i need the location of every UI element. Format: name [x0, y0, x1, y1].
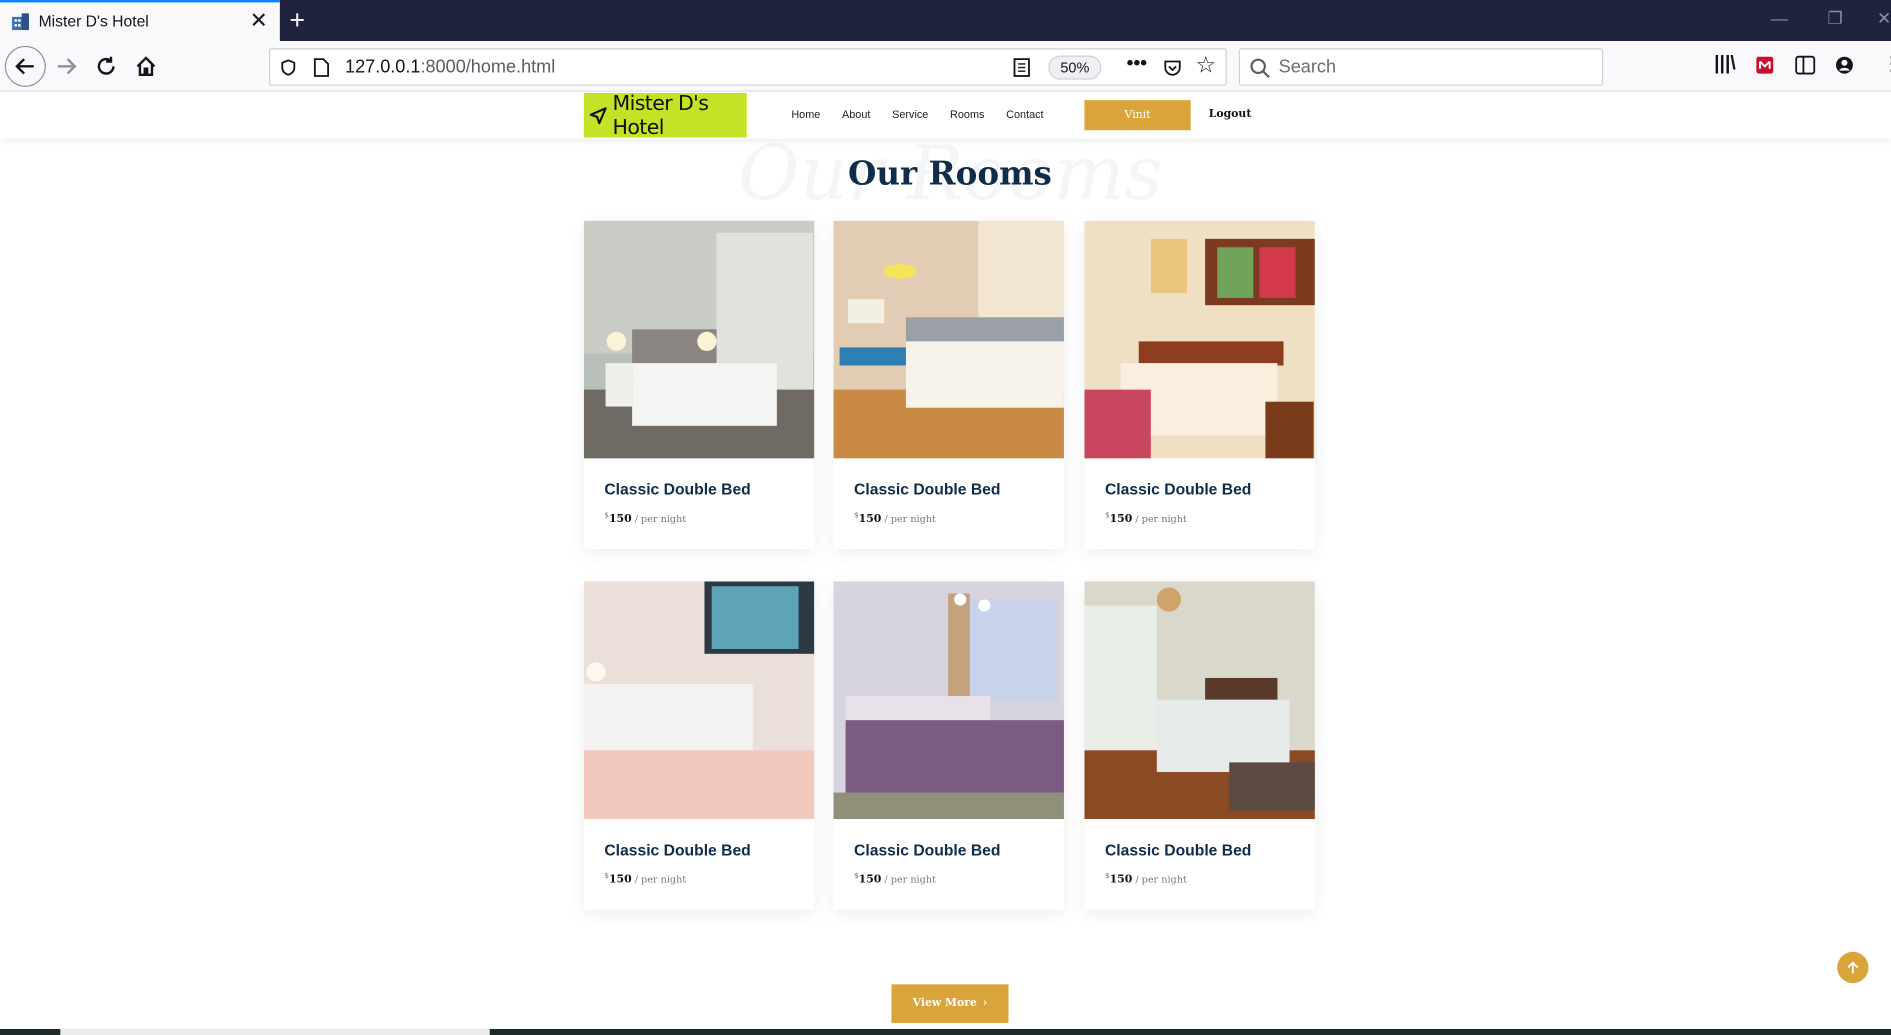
account-icon[interactable]: [1835, 55, 1854, 74]
section-title: Our Rooms: [848, 155, 1052, 194]
room-title: Classic Double Bed: [854, 480, 1001, 499]
site-header: Mister D's Hotel Home About Service Room…: [0, 92, 1891, 140]
url-text[interactable]: 127.0.0.1:8000/home.html: [345, 57, 555, 78]
room-card[interactable]: Classic Double Bed $150 / per night: [583, 220, 815, 549]
arrow-up-icon: [1847, 961, 1859, 974]
library-icon[interactable]: |||\: [1714, 53, 1736, 75]
room-card[interactable]: Classic Double Bed $150 / per night: [1084, 581, 1315, 910]
room-price: $150 / per night: [854, 511, 936, 526]
scroll-to-top-button[interactable]: [1837, 951, 1869, 984]
browser-window: Mister D's Hotel ✕ + — ❐ ✕ 127.0.0.1:800…: [0, 0, 1891, 1035]
restore-icon[interactable]: ❐: [1828, 8, 1843, 29]
menu-home[interactable]: Home: [791, 109, 820, 121]
pocket-icon[interactable]: [1163, 58, 1182, 77]
room-price: $150 / per night: [1104, 511, 1187, 526]
footer-strip: [0, 1028, 1891, 1035]
reader-view-icon[interactable]: [1013, 58, 1030, 77]
extension-shield-icon[interactable]: [1755, 55, 1774, 74]
room-card[interactable]: Classic Double Bed $150 / per night: [583, 581, 815, 910]
reload-icon[interactable]: [90, 51, 121, 82]
minimize-icon[interactable]: —: [1771, 8, 1788, 27]
visit-button[interactable]: Vinit: [1084, 100, 1191, 131]
new-tab-icon[interactable]: +: [290, 5, 306, 36]
room-title: Classic Double Bed: [604, 840, 751, 859]
logo-text: Mister D's Hotel: [612, 92, 709, 140]
room-price: $150 / per night: [604, 872, 687, 887]
main-menu: Home About Service Rooms Contact: [791, 109, 1065, 121]
chevron-right-icon: ›: [982, 997, 988, 1010]
menu-contact[interactable]: Contact: [1006, 109, 1043, 121]
room-price: $150 / per night: [1104, 872, 1187, 887]
hotel-favicon-icon: [12, 13, 29, 31]
room-title: Classic Double Bed: [1104, 840, 1252, 859]
footer-strip-light: [60, 1028, 490, 1035]
home-icon[interactable]: [130, 51, 161, 82]
more-actions-icon[interactable]: •••: [1127, 53, 1147, 75]
back-arrow-icon[interactable]: [4, 45, 46, 87]
zoom-level-badge[interactable]: 50%: [1048, 55, 1102, 80]
url-host: 127.0.0.1: [345, 56, 421, 78]
close-window-icon[interactable]: ✕: [1877, 8, 1891, 29]
room-photo-4: [583, 581, 815, 820]
url-bar[interactable]: 127.0.0.1:8000/home.html 50% ••• ☆: [269, 48, 1227, 86]
navigation-arrow-icon: [589, 106, 607, 124]
nav-toolbar: 127.0.0.1:8000/home.html 50% ••• ☆ Searc…: [0, 41, 1891, 92]
logout-link[interactable]: Logout: [1209, 109, 1252, 121]
room-card[interactable]: Classic Double Bed $150 / per night: [833, 581, 1064, 910]
room-photo-6: [1084, 581, 1315, 820]
room-photo-3: [1084, 220, 1315, 459]
shield-icon[interactable]: [280, 59, 297, 76]
room-price: $150 / per night: [604, 511, 687, 526]
room-title: Classic Double Bed: [1104, 480, 1252, 499]
page-icon: [313, 58, 330, 77]
menu-service[interactable]: Service: [892, 109, 928, 121]
bookmark-star-icon[interactable]: ☆: [1195, 52, 1216, 80]
menu-rooms[interactable]: Rooms: [950, 109, 984, 121]
room-photo-1: [583, 220, 815, 459]
search-placeholder: Search: [1278, 56, 1337, 78]
tab-strip: Mister D's Hotel ✕ + — ❐ ✕: [0, 0, 1891, 42]
sidebar-icon[interactable]: [1795, 55, 1816, 75]
forward-arrow-icon[interactable]: [51, 51, 82, 82]
tab-title: Mister D's Hotel: [38, 12, 149, 31]
search-icon: [1250, 58, 1270, 78]
room-card[interactable]: Classic Double Bed $150 / per night: [1084, 220, 1315, 549]
room-title: Classic Double Bed: [604, 480, 751, 499]
view-more-label: View More: [912, 997, 977, 1010]
room-photo-2: [833, 220, 1064, 459]
site-logo[interactable]: Mister D's Hotel: [583, 92, 747, 140]
room-price: $150 / per night: [854, 872, 936, 887]
room-title: Classic Double Bed: [854, 840, 1001, 859]
close-tab-icon[interactable]: ✕: [250, 8, 268, 33]
search-bar[interactable]: Search: [1238, 48, 1604, 86]
room-photo-5: [833, 581, 1064, 820]
web-page: Mister D's Hotel Home About Service Room…: [0, 92, 1891, 1035]
menu-about[interactable]: About: [842, 109, 870, 121]
tab-active[interactable]: Mister D's Hotel ✕: [0, 0, 280, 42]
url-path: :8000/home.html: [420, 56, 556, 78]
view-more-button[interactable]: View More ›: [891, 984, 1009, 1023]
room-card[interactable]: Classic Double Bed $150 / per night: [833, 220, 1064, 549]
menu-icon[interactable]: ⋮: [1882, 52, 1891, 76]
